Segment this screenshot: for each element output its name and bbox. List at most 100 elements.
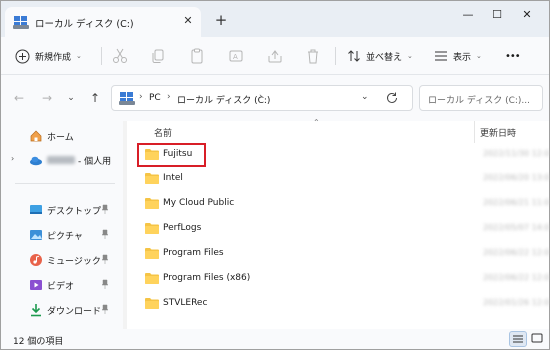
nav-item-label: ピクチャ bbox=[47, 232, 83, 242]
details-view-button[interactable] bbox=[509, 331, 527, 347]
file-name: Intel bbox=[163, 173, 183, 183]
back-arrow-icon[interactable]: ← bbox=[11, 90, 27, 106]
breadcrumb-pc[interactable]: PC bbox=[149, 93, 161, 103]
sort-ascending-icon: ⌃ bbox=[313, 118, 320, 127]
file-explorer-window: ローカル ディスク (C:) ✕ + — ☐ ✕ 新規作成 ⌄ A 並べ替え ⌄… bbox=[0, 0, 550, 350]
file-date-redacted: 2022/06/20 13:00 bbox=[483, 173, 549, 182]
tiles-view-icon bbox=[531, 333, 543, 343]
sort-button[interactable]: 並べ替え ⌄ bbox=[347, 47, 413, 65]
breadcrumb-local-disk[interactable]: ローカル ディスク (C:) bbox=[177, 93, 270, 106]
tab-close-icon[interactable]: ✕ bbox=[181, 14, 195, 28]
tab-title: ローカル ディスク (C:) bbox=[35, 19, 134, 30]
view-button[interactable]: 表示 ⌄ bbox=[434, 47, 482, 65]
up-arrow-icon[interactable]: ↑ bbox=[87, 90, 103, 106]
item-count: 12 個の項目 bbox=[13, 337, 64, 347]
breadcrumb-separator-icon: › bbox=[139, 92, 143, 102]
more-options-button[interactable]: ••• bbox=[505, 47, 521, 65]
file-row-program-files[interactable]: Program Files 2022/06/22 12:00 bbox=[127, 242, 549, 266]
drive-icon bbox=[13, 16, 29, 29]
videos-icon bbox=[30, 280, 42, 290]
column-header-date[interactable]: 更新日時 bbox=[480, 126, 516, 139]
nav-item-videos[interactable]: ビデオ bbox=[1, 274, 125, 296]
address-dropdown-chevron-icon[interactable]: ⌄ bbox=[361, 92, 369, 102]
pin-icon bbox=[101, 304, 109, 314]
toolbar-divider bbox=[101, 47, 102, 65]
sort-icon bbox=[348, 50, 360, 62]
close-button[interactable]: ✕ bbox=[513, 5, 541, 25]
nav-item-onedrive[interactable]: › - 個人用 bbox=[1, 149, 125, 171]
svg-text:A: A bbox=[233, 53, 238, 61]
tiles-view-button[interactable] bbox=[529, 331, 547, 347]
nav-divider bbox=[15, 183, 115, 184]
file-row-intel[interactable]: Intel 2022/06/20 13:00 bbox=[127, 167, 549, 191]
file-date-redacted: 2022/11/30 12:00 bbox=[483, 149, 549, 158]
nav-item-label: ミュージック bbox=[47, 257, 101, 267]
breadcrumb-separator-icon: › bbox=[167, 92, 171, 102]
pictures-icon bbox=[30, 230, 42, 240]
chevron-down-icon: ⌄ bbox=[76, 52, 82, 60]
sort-label: 並べ替え bbox=[366, 52, 403, 63]
pin-icon bbox=[101, 229, 109, 239]
address-bar[interactable]: › PC › ローカル ディスク (C:) › ⌄ bbox=[111, 85, 413, 111]
folder-icon bbox=[145, 223, 159, 234]
breadcrumb-separator-icon: › bbox=[259, 92, 263, 102]
nav-item-label: デスクトップ bbox=[47, 207, 102, 217]
chevron-down-icon: ⌄ bbox=[407, 52, 413, 60]
file-date-redacted: 2022/01/26 12:00 bbox=[483, 298, 549, 307]
search-placeholder: ローカル ディスク (C:)... bbox=[428, 96, 531, 106]
chevron-right-icon[interactable]: › bbox=[11, 154, 14, 163]
plus-circle-icon bbox=[15, 49, 30, 63]
file-date-redacted: 2022/06/22 12:00 bbox=[483, 273, 549, 282]
nav-item-label: ダウンロード bbox=[47, 307, 102, 317]
rename-icon[interactable]: A bbox=[227, 47, 245, 65]
file-list: ⌃ 名前 更新日時 Fujitsu 2022/11/30 12:00 Intel… bbox=[127, 118, 549, 329]
file-name: STVLERec bbox=[163, 298, 208, 308]
nav-item-label: ビデオ bbox=[47, 282, 75, 292]
music-icon bbox=[30, 254, 42, 266]
file-date-redacted: 2022/05/07 14:00 bbox=[483, 223, 549, 232]
downloads-icon bbox=[31, 304, 41, 317]
folder-icon bbox=[145, 298, 159, 309]
view-label: 表示 bbox=[453, 52, 472, 63]
refresh-icon[interactable] bbox=[385, 91, 399, 105]
nav-item-home[interactable]: ホーム bbox=[1, 125, 125, 147]
new-label: 新規作成 bbox=[35, 52, 72, 63]
file-name: Program Files (x86) bbox=[163, 273, 251, 283]
maximize-button[interactable]: ☐ bbox=[483, 5, 511, 25]
column-header-name[interactable]: 名前 bbox=[154, 126, 172, 139]
pin-icon bbox=[101, 254, 109, 264]
share-icon[interactable] bbox=[266, 47, 284, 65]
column-divider[interactable] bbox=[474, 121, 475, 143]
nav-item-music[interactable]: ミュージック bbox=[1, 249, 125, 271]
title-bar: ローカル ディスク (C:) ✕ + — ☐ ✕ bbox=[1, 1, 549, 37]
file-row-stvlerec[interactable]: STVLERec 2022/01/26 12:00 bbox=[127, 292, 549, 316]
search-box[interactable]: ローカル ディスク (C:)... bbox=[419, 85, 543, 111]
nav-item-desktop[interactable]: デスクトップ bbox=[1, 199, 125, 221]
account-name-redacted bbox=[47, 156, 75, 164]
minimize-button[interactable]: — bbox=[454, 5, 482, 25]
file-name: Program Files bbox=[163, 248, 224, 258]
column-header-row: ⌃ 名前 更新日時 bbox=[127, 118, 549, 143]
file-row-program-files-x86[interactable]: Program Files (x86) 2022/06/22 12:00 bbox=[127, 267, 549, 291]
highlight-box bbox=[137, 143, 206, 167]
tab-local-disk[interactable]: ローカル ディスク (C:) ✕ bbox=[5, 7, 201, 37]
cut-icon[interactable] bbox=[111, 47, 129, 65]
new-button[interactable]: 新規作成 ⌄ bbox=[15, 47, 82, 65]
view-list-icon bbox=[435, 51, 447, 61]
folder-icon bbox=[145, 173, 159, 184]
recent-locations-chevron-icon[interactable]: ⌄ bbox=[63, 90, 79, 106]
file-row-my-cloud-public[interactable]: My Cloud Public 2022/06/21 11:00 bbox=[127, 192, 549, 216]
toolbar-divider bbox=[335, 47, 336, 65]
file-row-perflogs[interactable]: PerfLogs 2022/05/07 14:00 bbox=[127, 217, 549, 241]
forward-arrow-icon[interactable]: → bbox=[39, 90, 55, 106]
details-view-icon bbox=[513, 335, 523, 343]
new-tab-button[interactable]: + bbox=[213, 12, 229, 28]
copy-icon[interactable] bbox=[149, 47, 167, 65]
navigation-pane: ホーム › - 個人用 デスクトップ ピクチャ ミュージック ビデオ ダウンロー… bbox=[1, 121, 125, 329]
paste-icon[interactable] bbox=[188, 47, 206, 65]
status-bar: 12 個の項目 bbox=[1, 329, 549, 349]
nav-item-pictures[interactable]: ピクチャ bbox=[1, 224, 125, 246]
nav-item-downloads[interactable]: ダウンロード bbox=[1, 299, 125, 321]
folder-icon bbox=[145, 198, 159, 209]
delete-icon[interactable] bbox=[304, 47, 322, 65]
